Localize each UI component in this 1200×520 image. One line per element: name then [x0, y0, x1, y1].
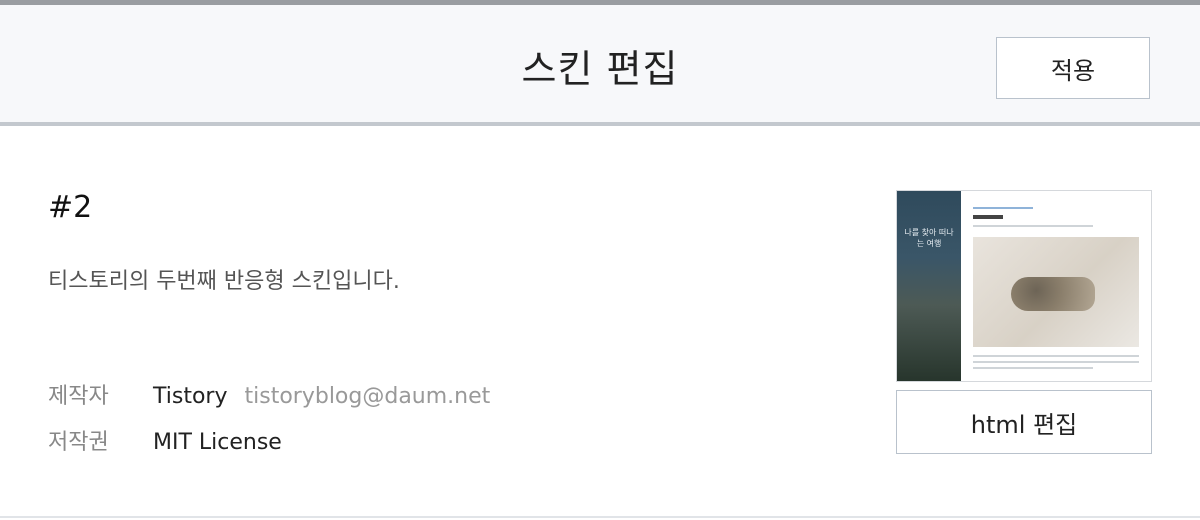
bottom-divider [0, 516, 1200, 518]
preview-sidebar-text: 나를 찾아 떠나는 여행 [904, 228, 954, 248]
preview-sidebar: 나를 찾아 떠나는 여행 [897, 191, 961, 381]
preview-line [973, 225, 1093, 227]
preview-line [973, 215, 1003, 219]
skin-preview-thumbnail: 나를 찾아 떠나는 여행 [896, 190, 1152, 382]
preview-line [973, 367, 1093, 369]
preview-line [973, 355, 1139, 357]
header-border [0, 122, 1200, 126]
preview-line [973, 207, 1033, 209]
preview-image [973, 237, 1139, 347]
preview-line [973, 361, 1139, 363]
license-row: 저작권 MIT License [48, 428, 282, 458]
preview-content [963, 191, 1151, 381]
cat-image [1011, 277, 1095, 311]
creator-email: tistoryblog@daum.net [244, 384, 491, 409]
skin-number: #2 [48, 190, 93, 225]
creator-row: 제작자 Tistory tistoryblog@daum.net [48, 382, 490, 412]
license-value: MIT License [153, 430, 282, 455]
edit-html-button[interactable]: html 편집 [896, 390, 1152, 454]
header: 스킨 편집 적용 [0, 5, 1200, 123]
skin-description: 티스토리의 두번째 반응형 스킨입니다. [48, 269, 400, 294]
creator-label: 제작자 [48, 384, 109, 409]
apply-button[interactable]: 적용 [996, 37, 1150, 99]
creator-name: Tistory [153, 384, 228, 409]
license-label: 저작권 [48, 430, 109, 455]
